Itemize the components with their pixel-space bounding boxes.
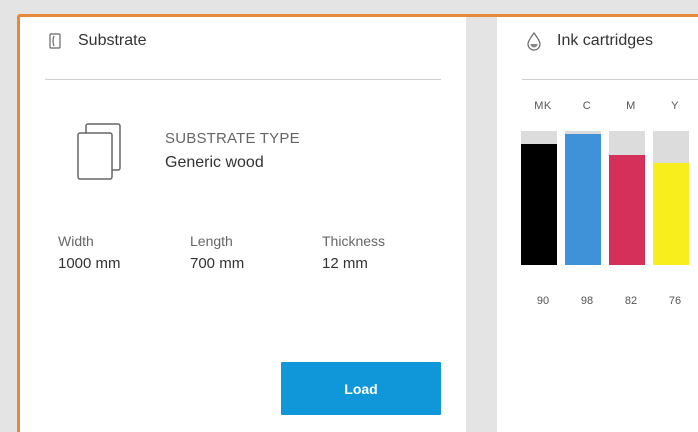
substrate-sheets-icon <box>74 121 124 185</box>
substrate-icon <box>45 31 65 51</box>
ink-drop-icon <box>524 31 544 51</box>
dimension-label: Length <box>190 233 233 249</box>
ink-fill-mk <box>521 144 557 265</box>
ink-level-y: 76 <box>668 295 682 307</box>
dimension-value: 700 mm <box>190 255 245 272</box>
ink-fill-y <box>653 163 689 265</box>
ink-level-m: 82 <box>624 295 638 307</box>
substrate-panel: Substrate SUBSTRATE TYPE Generic wood Wi… <box>20 17 466 432</box>
ink-name-mk: MK <box>534 100 552 112</box>
substrate-panel-title: Substrate <box>78 32 147 49</box>
dimension-value: 1000 mm <box>58 255 121 272</box>
substrate-panel-header: Substrate <box>45 31 146 51</box>
ink-cartridge-names: MK C M Y <box>521 100 697 112</box>
ink-bar-mk <box>521 131 557 265</box>
ink-cartridges-panel: Ink cartridges MK C M Y 90 98 82 76 <box>497 17 698 432</box>
ink-name-c: C <box>582 100 592 112</box>
dimension-width: Width 1000 mm <box>58 233 190 272</box>
dimension-label: Width <box>58 233 94 249</box>
ink-level-values: 90 98 82 76 <box>521 295 697 307</box>
substrate-type-value: Generic wood <box>165 154 264 171</box>
ink-header-divider <box>522 79 698 80</box>
dimension-value: 12 mm <box>322 255 368 272</box>
ink-bar-m <box>609 131 645 265</box>
ink-level-c: 98 <box>580 295 594 307</box>
load-button[interactable]: Load <box>281 362 441 415</box>
ink-name-y: Y <box>671 100 679 112</box>
ink-bar-y <box>653 131 689 265</box>
ink-level-bars <box>521 131 697 265</box>
ink-bar-c <box>565 131 601 265</box>
substrate-header-divider <box>45 79 441 80</box>
ink-fill-c <box>565 133 601 265</box>
substrate-dimensions: Width 1000 mm Length 700 mm Thickness 12… <box>58 233 454 272</box>
ink-fill-m <box>609 155 645 265</box>
dimension-label: Thickness <box>322 233 386 249</box>
substrate-type-label: SUBSTRATE TYPE <box>165 130 300 147</box>
ink-panel-title: Ink cartridges <box>557 32 654 49</box>
dimension-thickness: Thickness 12 mm <box>322 233 454 272</box>
ink-level-mk: 90 <box>536 295 550 307</box>
ink-name-m: M <box>626 100 636 112</box>
dimension-length: Length 700 mm <box>190 233 322 272</box>
ink-panel-header: Ink cartridges <box>524 31 653 51</box>
